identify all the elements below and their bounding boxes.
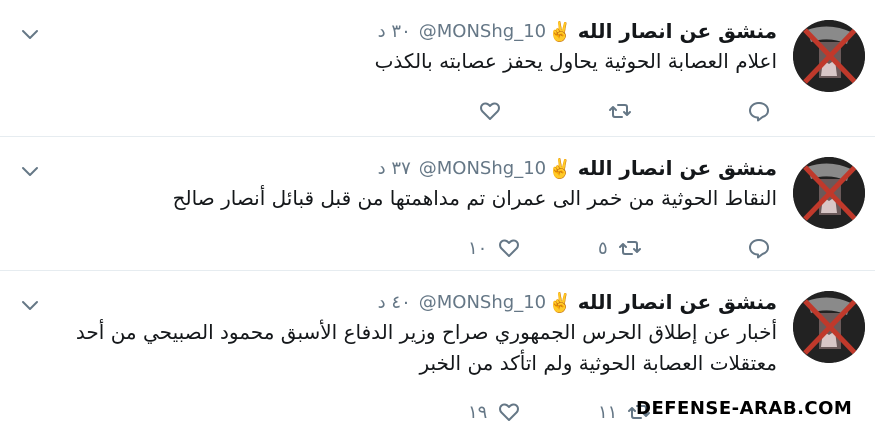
reply-icon [747,99,771,123]
tweet-text: أخبار عن إطلاق الحرس الجمهوري صراح وزير … [75,320,777,375]
reply-button[interactable] [747,96,771,126]
like-button[interactable]: ١٠ [468,233,521,263]
retweet-icon [608,99,632,123]
tweet-text: اعلام العصابة الحوثية يحاول يحفز عصابته … [374,49,777,73]
avatar[interactable] [793,20,865,92]
like-button[interactable]: ١٩ [468,397,521,427]
tweet-actions [0,96,875,126]
retweet-button[interactable]: ٥ [598,233,642,263]
tweet-text: النقاط الحوثية من خمر الى عمران تم مداهم… [172,186,777,210]
like-count: ١٩ [468,401,488,423]
retweet-icon [618,236,642,260]
timestamp[interactable]: ٣٧ د [378,158,411,179]
tweet-header: منشق عن انصار الله ✌️ @MONShg_10 ٣٠ د [378,14,777,48]
user-name[interactable]: منشق عن انصار الله [578,290,777,314]
tweet-header: منشق عن انصار الله ✌️ @MONShg_10 ٤٠ د [378,285,777,319]
user-name[interactable]: منشق عن انصار الله [578,19,777,43]
tweet-actions: ٥ ١٠ [0,233,875,263]
user-handle[interactable]: @MONShg_10 [419,292,546,313]
like-count: ١٠ [468,237,488,259]
avatar[interactable] [793,157,865,229]
retweet-count: ٥ [598,237,608,259]
tweet-header: منشق عن انصار الله ✌️ @MONShg_10 ٣٧ د [378,151,777,185]
reply-button[interactable] [747,233,771,263]
user-handle[interactable]: @MONShg_10 [419,21,546,42]
victory-hand-icon: ✌️ [548,20,572,43]
user-name[interactable]: منشق عن انصار الله [578,156,777,180]
retweet-count: ١١ [598,401,618,423]
user-handle[interactable]: @MONShg_10 [419,158,546,179]
heart-icon [497,236,521,260]
chevron-down-icon[interactable] [20,24,40,44]
retweet-button[interactable] [598,96,632,126]
avatar[interactable] [793,291,865,363]
chevron-down-icon[interactable] [20,295,40,315]
chevron-down-icon[interactable] [20,161,40,181]
victory-hand-icon: ✌️ [548,291,572,314]
like-button[interactable] [468,96,502,126]
timestamp[interactable]: ٣٠ د [378,21,411,42]
reply-icon [747,236,771,260]
tweet[interactable]: منشق عن انصار الله ✌️ @MONShg_10 ٣٧ د ال… [0,137,875,270]
heart-icon [478,99,502,123]
timestamp[interactable]: ٤٠ د [378,292,411,313]
watermark: DEFENSE-ARAB.COM [636,398,853,419]
victory-hand-icon: ✌️ [548,157,572,180]
tweet[interactable]: منشق عن انصار الله ✌️ @MONShg_10 ٣٠ د اع… [0,0,875,136]
heart-icon [497,400,521,424]
